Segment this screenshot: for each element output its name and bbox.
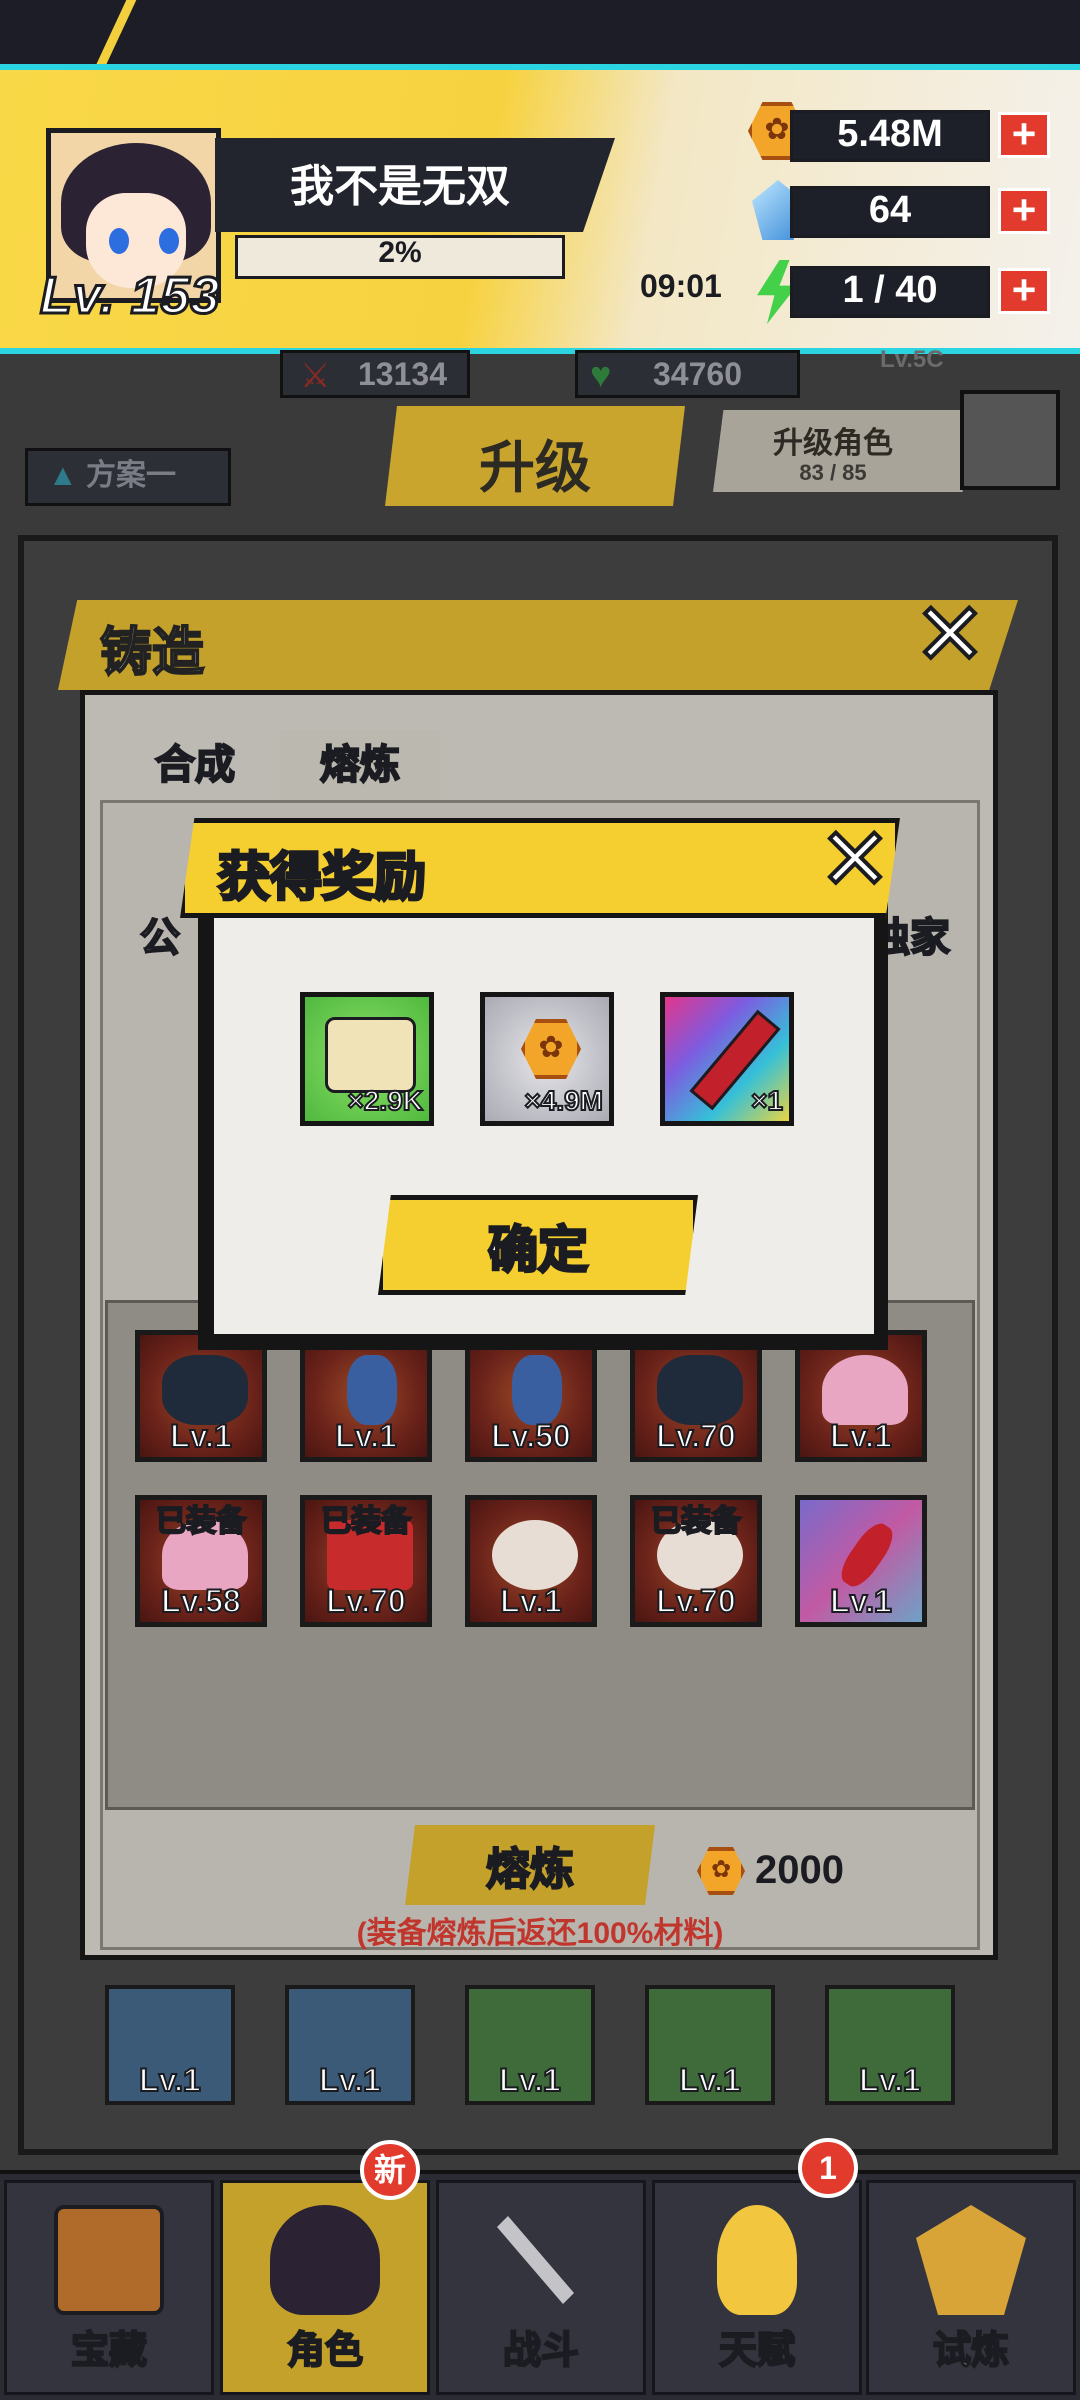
energy-timer: 09:01 — [640, 268, 722, 304]
reward-qty: ×2.9K — [347, 1084, 424, 1117]
treasure-chest-icon — [54, 2205, 164, 2315]
slot-level: Lv.50 — [490, 1417, 571, 1455]
coins-box: 5.48M — [790, 110, 990, 162]
triangle-icon: ▲ — [48, 459, 87, 492]
equipment-slot[interactable]: 已装备 Lv.70 — [300, 1495, 432, 1627]
heart-icon: ♥ — [590, 354, 612, 395]
nav-treasure[interactable]: 宝藏 — [4, 2180, 214, 2395]
chest-armor-icon — [162, 1355, 248, 1425]
nav-label: 角色 — [286, 2329, 364, 2373]
character-icon — [270, 2205, 380, 2315]
equipment-slot[interactable]: Lv.1 — [465, 1495, 597, 1627]
reward-item[interactable]: ✿ ×4.9M — [480, 992, 614, 1126]
add-energy-button[interactable]: + — [998, 268, 1050, 314]
slot-level: Lv.1 — [334, 1417, 398, 1455]
helmet-icon — [822, 1355, 908, 1425]
slot-level: Lv.1 — [169, 1417, 233, 1455]
trial-icon — [916, 2205, 1026, 2315]
nav-label: 宝藏 — [70, 2329, 148, 2373]
add-coins-button[interactable]: + — [998, 112, 1050, 158]
ring-icon — [492, 1520, 578, 1590]
side-label-left: 公 — [139, 915, 181, 961]
reward-qty: ×4.9M — [523, 1084, 604, 1117]
slot-level: Lv.1 — [829, 1582, 893, 1620]
tab-compose[interactable]: 合成 — [130, 730, 260, 800]
smelt-label: 熔炼 — [485, 1844, 575, 1895]
sword-icon: ⚔ — [300, 357, 331, 395]
nav-label: 天赋 — [718, 2329, 796, 2373]
exp-percent: 2% — [378, 236, 422, 269]
avatar-eye — [109, 228, 129, 254]
energy-box: 1 / 40 — [790, 266, 990, 318]
chest-armor-icon — [657, 1355, 743, 1425]
slot-level: Lv.1 — [138, 2061, 202, 2099]
talent-badge: 1 — [798, 2138, 858, 2198]
scroll-icon — [325, 1017, 416, 1093]
upgrade-label: 升级 — [479, 436, 591, 499]
equipped-label: 已装备 — [650, 1504, 742, 1539]
nav-label: 试炼 — [932, 2329, 1010, 2373]
forge-title: 铸造 — [99, 623, 205, 683]
equipment-slot[interactable]: 已装备 Lv.58 — [135, 1495, 267, 1627]
slot-level: Lv.1 — [858, 2061, 922, 2099]
attack-value: 13134 — [358, 356, 447, 392]
inventory-slot[interactable]: Lv.1 — [465, 1985, 595, 2105]
slot-level: Lv.58 — [160, 1582, 241, 1620]
nav-battle[interactable]: 战斗 — [436, 2180, 646, 2395]
boot-icon — [512, 1355, 562, 1425]
slot-level: Lv.1 — [318, 2061, 382, 2099]
slot-level: Lv.70 — [655, 1417, 736, 1455]
battle-icon — [497, 2216, 574, 2304]
slot-level: Lv.1 — [829, 1417, 893, 1455]
equipment-slot[interactable]: Lv.1 — [795, 1495, 927, 1627]
paw-coin-icon: ✿ — [521, 1019, 581, 1079]
smelt-cost: 2000 — [755, 1848, 844, 1892]
inventory-slot[interactable]: Lv.1 — [285, 1985, 415, 2105]
plan-selector[interactable]: ▲ 方案一 — [25, 448, 231, 506]
upgrade-role-progress: 83 / 85 — [799, 460, 867, 485]
add-gems-button[interactable]: + — [998, 188, 1050, 234]
slot-level: Lv.1 — [498, 2061, 562, 2099]
nav-label: 战斗 — [502, 2329, 580, 2373]
avatar-eye — [159, 228, 179, 254]
new-badge: 新 — [360, 2140, 420, 2200]
nav-trial[interactable]: 试炼 — [866, 2180, 1076, 2395]
tab-smelt[interactable]: 熔炼 — [280, 730, 440, 800]
coins-value: 5.48M — [837, 113, 943, 155]
inventory-slot[interactable]: Lv.1 — [645, 1985, 775, 2105]
reward-close-icon[interactable]: ✕ — [815, 815, 895, 905]
nav-talent[interactable]: 天赋 — [652, 2180, 862, 2395]
equipped-label: 已装备 — [320, 1504, 412, 1539]
sword-icon — [834, 1517, 900, 1593]
gems-box: 64 — [790, 186, 990, 238]
level-tag: Lv.5C — [880, 346, 944, 373]
equipped-label: 已装备 — [155, 1504, 247, 1539]
reward-qty: ×1 — [750, 1084, 784, 1117]
inventory-slot[interactable]: Lv.1 — [825, 1985, 955, 2105]
reward-item[interactable]: ×2.9K — [300, 992, 434, 1126]
reward-item[interactable]: ×1 — [660, 992, 794, 1126]
slot-level: Lv.1 — [678, 2061, 742, 2099]
boot-icon — [347, 1355, 397, 1425]
nav-character[interactable]: 角色 — [220, 2180, 430, 2395]
player-name: 我不是无双 — [290, 162, 510, 211]
slot-level: Lv.70 — [655, 1582, 736, 1620]
gift-box-icon[interactable] — [960, 390, 1060, 490]
smelt-note: (装备熔炼后返还100%材料) — [356, 1917, 724, 1950]
energy-value: 1 / 40 — [842, 269, 938, 311]
forge-close-icon[interactable]: ✕ — [910, 590, 990, 680]
player-level: Lv. 153 — [38, 266, 221, 327]
reward-dialog-title: 获得奖励 — [216, 848, 427, 909]
plan-label: 方案一 — [86, 459, 177, 492]
confirm-label: 确定 — [487, 1221, 590, 1280]
lightbulb-icon — [717, 2205, 797, 2315]
slot-level: Lv.1 — [499, 1582, 563, 1620]
inventory-slot[interactable]: Lv.1 — [105, 1985, 235, 2105]
health-value: 34760 — [653, 356, 742, 392]
slot-level: Lv.70 — [325, 1582, 406, 1620]
gems-value: 64 — [868, 189, 912, 231]
equipment-slot[interactable]: 已装备 Lv.70 — [630, 1495, 762, 1627]
upgrade-role-title: 升级角色 — [773, 427, 893, 460]
